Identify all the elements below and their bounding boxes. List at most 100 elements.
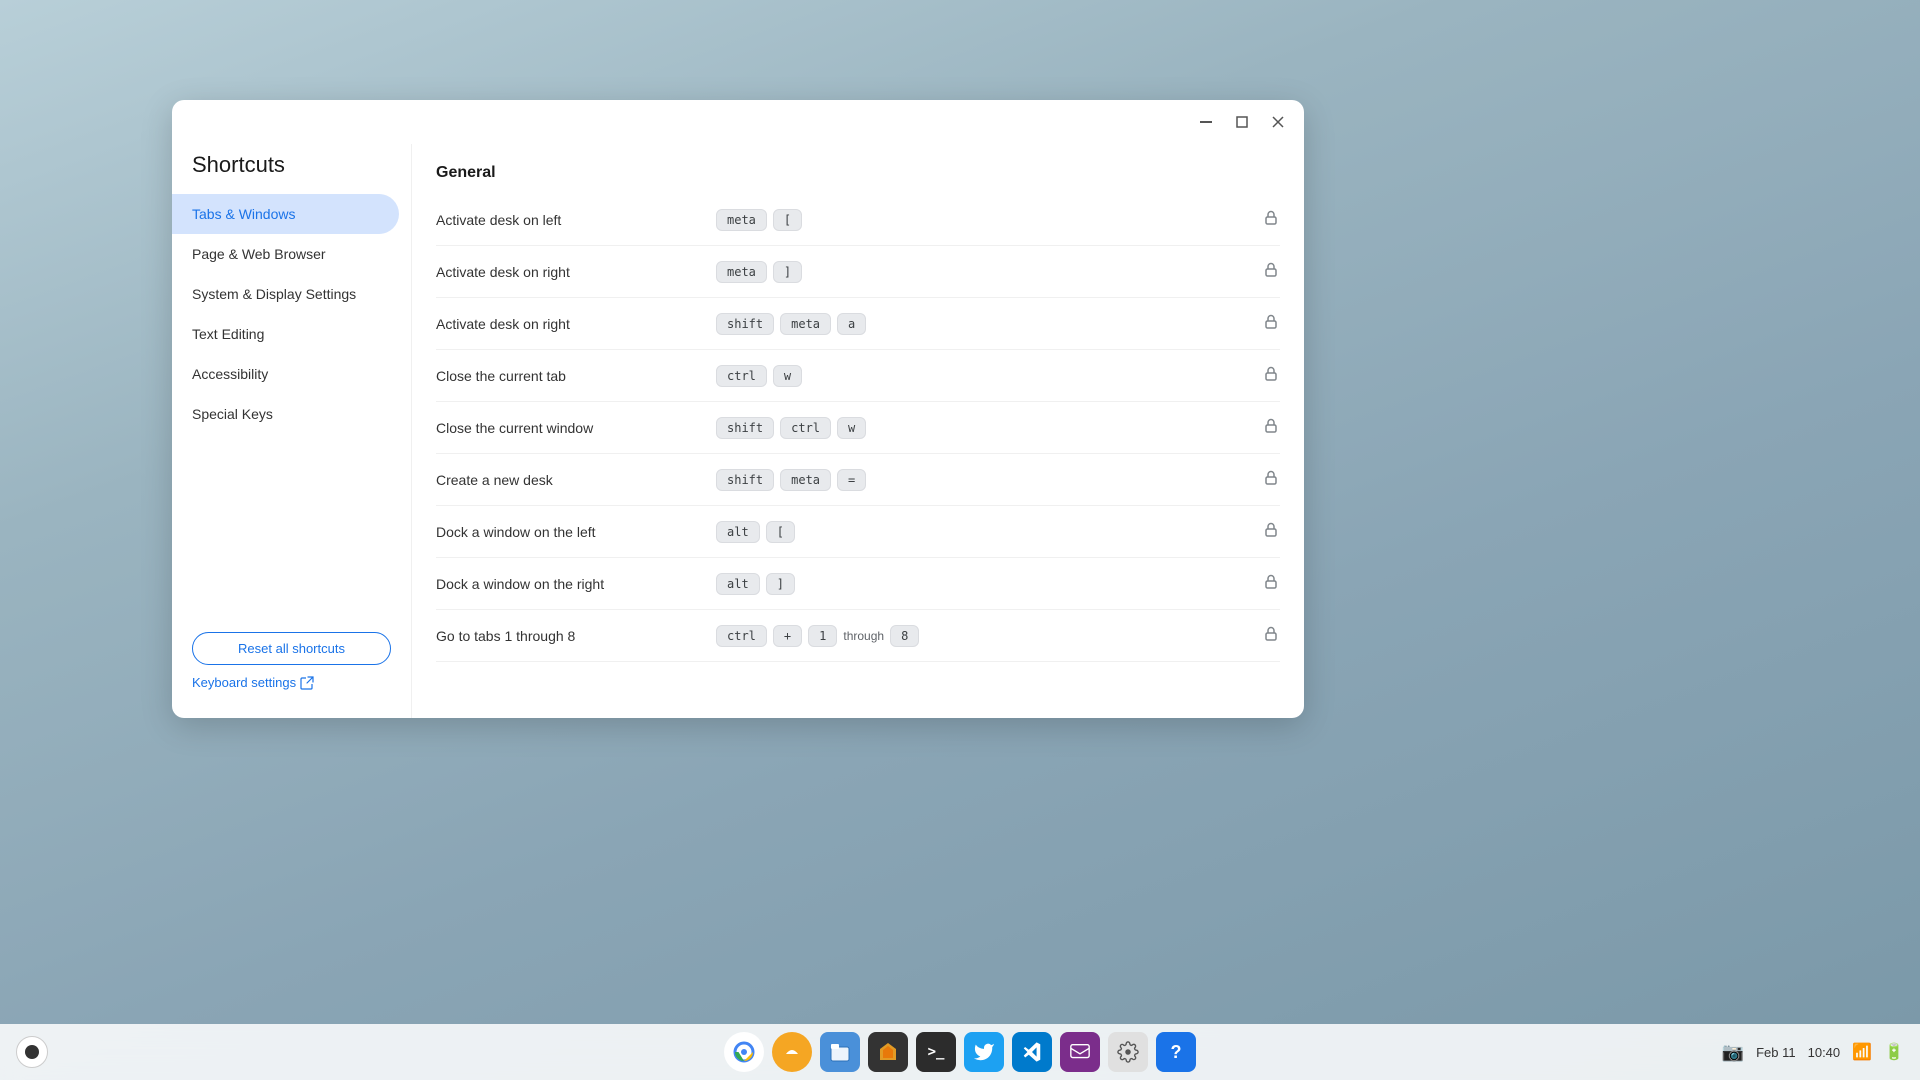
sidebar-item-page-web[interactable]: Page & Web Browser	[172, 234, 399, 274]
taskbar-help[interactable]: ?	[1156, 1032, 1196, 1072]
shortcut-row-activate-right-1: Activate desk on right meta ]	[436, 246, 1280, 298]
key-badge: a	[837, 313, 866, 335]
key-badge: 8	[890, 625, 919, 647]
taskbar: >_ ? 📷 Feb 11 10:40 📶 🔋	[0, 1024, 1920, 1080]
key-badge: shift	[716, 417, 774, 439]
taskbar-chrome[interactable]	[724, 1032, 764, 1072]
shortcut-row-dock-left: Dock a window on the left alt [	[436, 506, 1280, 558]
launcher-button[interactable]	[16, 1036, 48, 1068]
shortcut-keys: shift meta =	[716, 469, 1262, 491]
window-titlebar	[172, 100, 1304, 144]
lock-icon	[1262, 468, 1280, 491]
key-badge: alt	[716, 521, 760, 543]
lock-icon	[1262, 208, 1280, 231]
taskbar-right: 📷 Feb 11 10:40 📶 🔋	[1722, 1042, 1904, 1063]
keyboard-settings-link[interactable]: Keyboard settings	[192, 675, 391, 690]
lock-icon	[1262, 624, 1280, 647]
window-body: Shortcuts Tabs & Windows Page & Web Brow…	[172, 144, 1304, 718]
key-text: through	[843, 629, 884, 643]
key-badge: ctrl	[716, 625, 767, 647]
shortcut-row-activate-left: Activate desk on left meta [	[436, 194, 1280, 246]
shortcut-keys: alt ]	[716, 573, 1262, 595]
close-button[interactable]	[1264, 108, 1292, 136]
key-badge: meta	[716, 261, 767, 283]
keyboard-settings-label: Keyboard settings	[192, 675, 296, 690]
wifi-icon[interactable]: 📶	[1852, 1042, 1872, 1062]
key-badge: [	[773, 209, 802, 231]
external-link-icon	[300, 676, 314, 690]
shortcut-keys: meta [	[716, 209, 1262, 231]
shortcut-keys: shift meta a	[716, 313, 1262, 335]
maximize-button[interactable]	[1228, 108, 1256, 136]
taskbar-time: 10:40	[1808, 1045, 1841, 1060]
shortcut-label: Activate desk on right	[436, 264, 716, 280]
shortcut-keys: meta ]	[716, 261, 1262, 283]
shortcut-label: Dock a window on the right	[436, 576, 716, 592]
taskbar-twitter[interactable]	[964, 1032, 1004, 1072]
lock-icon	[1262, 364, 1280, 387]
key-badge: meta	[780, 469, 831, 491]
taskbar-app-orange[interactable]	[772, 1032, 812, 1072]
taskbar-left	[16, 1036, 48, 1068]
shortcut-label: Close the current tab	[436, 368, 716, 384]
shortcuts-window: Shortcuts Tabs & Windows Page & Web Brow…	[172, 100, 1304, 718]
lock-icon	[1262, 572, 1280, 595]
shortcut-keys: ctrl + 1 through 8	[716, 625, 1262, 647]
shortcut-label: Activate desk on left	[436, 212, 716, 228]
shortcut-row-close-tab: Close the current tab ctrl w	[436, 350, 1280, 402]
lock-icon	[1262, 260, 1280, 283]
minimize-button[interactable]	[1192, 108, 1220, 136]
shortcut-row-close-window: Close the current window shift ctrl w	[436, 402, 1280, 454]
lock-icon	[1262, 312, 1280, 335]
taskbar-settings[interactable]	[1108, 1032, 1148, 1072]
lock-icon	[1262, 416, 1280, 439]
shortcut-label: Go to tabs 1 through 8	[436, 628, 716, 644]
reset-shortcuts-button[interactable]: Reset all shortcuts	[192, 632, 391, 665]
key-badge: shift	[716, 313, 774, 335]
key-badge: meta	[780, 313, 831, 335]
sidebar-item-special-keys[interactable]: Special Keys	[172, 394, 399, 434]
key-badge: ctrl	[780, 417, 831, 439]
sidebar-item-text-editing[interactable]: Text Editing	[172, 314, 399, 354]
shortcut-keys: ctrl w	[716, 365, 1262, 387]
taskbar-stack[interactable]	[868, 1032, 908, 1072]
key-badge: +	[773, 625, 802, 647]
sidebar-nav: Tabs & Windows Page & Web Browser System…	[172, 194, 411, 620]
key-badge: w	[773, 365, 802, 387]
key-badge: shift	[716, 469, 774, 491]
shortcut-keys: alt [	[716, 521, 1262, 543]
key-badge: alt	[716, 573, 760, 595]
taskbar-vscode[interactable]	[1012, 1032, 1052, 1072]
key-badge: ]	[773, 261, 802, 283]
sidebar-item-accessibility[interactable]: Accessibility	[172, 354, 399, 394]
sidebar: Shortcuts Tabs & Windows Page & Web Brow…	[172, 144, 412, 718]
key-badge: 1	[808, 625, 837, 647]
shortcut-row-create-desk: Create a new desk shift meta =	[436, 454, 1280, 506]
taskbar-center: >_ ?	[724, 1032, 1196, 1072]
key-badge: meta	[716, 209, 767, 231]
key-badge: [	[766, 521, 795, 543]
sidebar-title: Shortcuts	[172, 144, 411, 194]
shortcut-row-activate-right-2: Activate desk on right shift meta a	[436, 298, 1280, 350]
shortcut-row-go-tabs: Go to tabs 1 through 8 ctrl + 1 through …	[436, 610, 1280, 662]
sidebar-bottom: Reset all shortcuts Keyboard settings	[172, 620, 411, 702]
taskbar-photo-icon[interactable]: 📷	[1722, 1042, 1744, 1063]
shortcut-row-dock-right: Dock a window on the right alt ]	[436, 558, 1280, 610]
shortcut-label: Dock a window on the left	[436, 524, 716, 540]
shortcut-keys: shift ctrl w	[716, 417, 1262, 439]
taskbar-terminal[interactable]: >_	[916, 1032, 956, 1072]
key-badge: =	[837, 469, 866, 491]
section-title: General	[436, 144, 1280, 194]
shortcut-label: Close the current window	[436, 420, 716, 436]
taskbar-date: Feb 11	[1756, 1045, 1796, 1060]
taskbar-files[interactable]	[820, 1032, 860, 1072]
taskbar-messaging[interactable]	[1060, 1032, 1100, 1072]
main-content: General Activate desk on left meta [ Act…	[412, 144, 1304, 718]
lock-icon	[1262, 520, 1280, 543]
shortcut-label: Create a new desk	[436, 472, 716, 488]
key-badge: ctrl	[716, 365, 767, 387]
battery-icon: 🔋	[1884, 1042, 1904, 1062]
sidebar-item-system-display[interactable]: System & Display Settings	[172, 274, 399, 314]
key-badge: w	[837, 417, 866, 439]
sidebar-item-tabs-windows[interactable]: Tabs & Windows	[172, 194, 399, 234]
